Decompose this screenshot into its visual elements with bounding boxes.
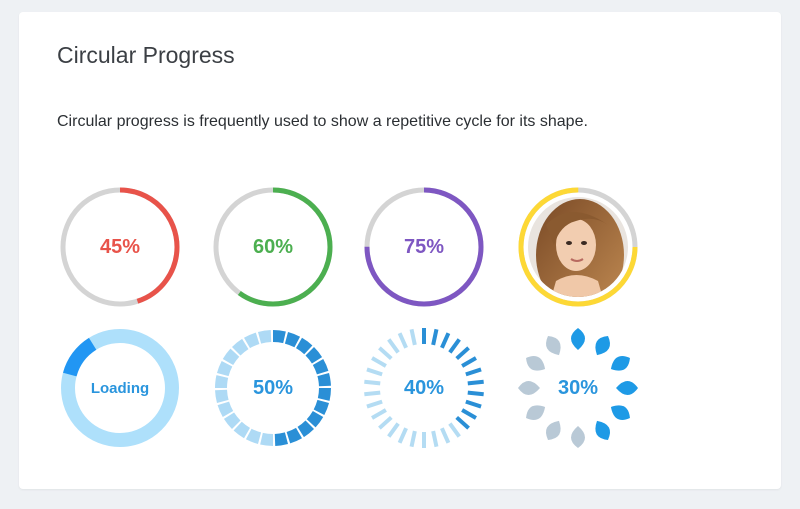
card-description: Circular progress is frequently used to … [57, 113, 588, 130]
progress-75-purple: 75% [362, 185, 486, 309]
progress-label: 60% [252, 235, 294, 258]
progress-loading: Loading [58, 326, 182, 450]
progress-label: Loading [90, 379, 150, 397]
progress-label: 30% [557, 376, 599, 399]
progress-label: 50% [252, 376, 294, 399]
progress-30-petals: 30% [516, 326, 640, 450]
progress-50-segmented: 50% [211, 326, 335, 450]
progress-40-ticks: 40% [362, 326, 486, 450]
progress-label: 75% [403, 235, 445, 258]
progress-label: 40% [403, 376, 445, 399]
progress-45-red: 45% [58, 185, 182, 309]
avatar-photo [528, 197, 628, 297]
circular-progress-card: Circular Progress Circular progress is f… [19, 12, 781, 489]
progress-60-green: 60% [211, 185, 335, 309]
avatar-progress-yellow [516, 185, 640, 309]
card-title: Circular Progress [57, 42, 235, 68]
progress-label: 45% [99, 235, 141, 258]
